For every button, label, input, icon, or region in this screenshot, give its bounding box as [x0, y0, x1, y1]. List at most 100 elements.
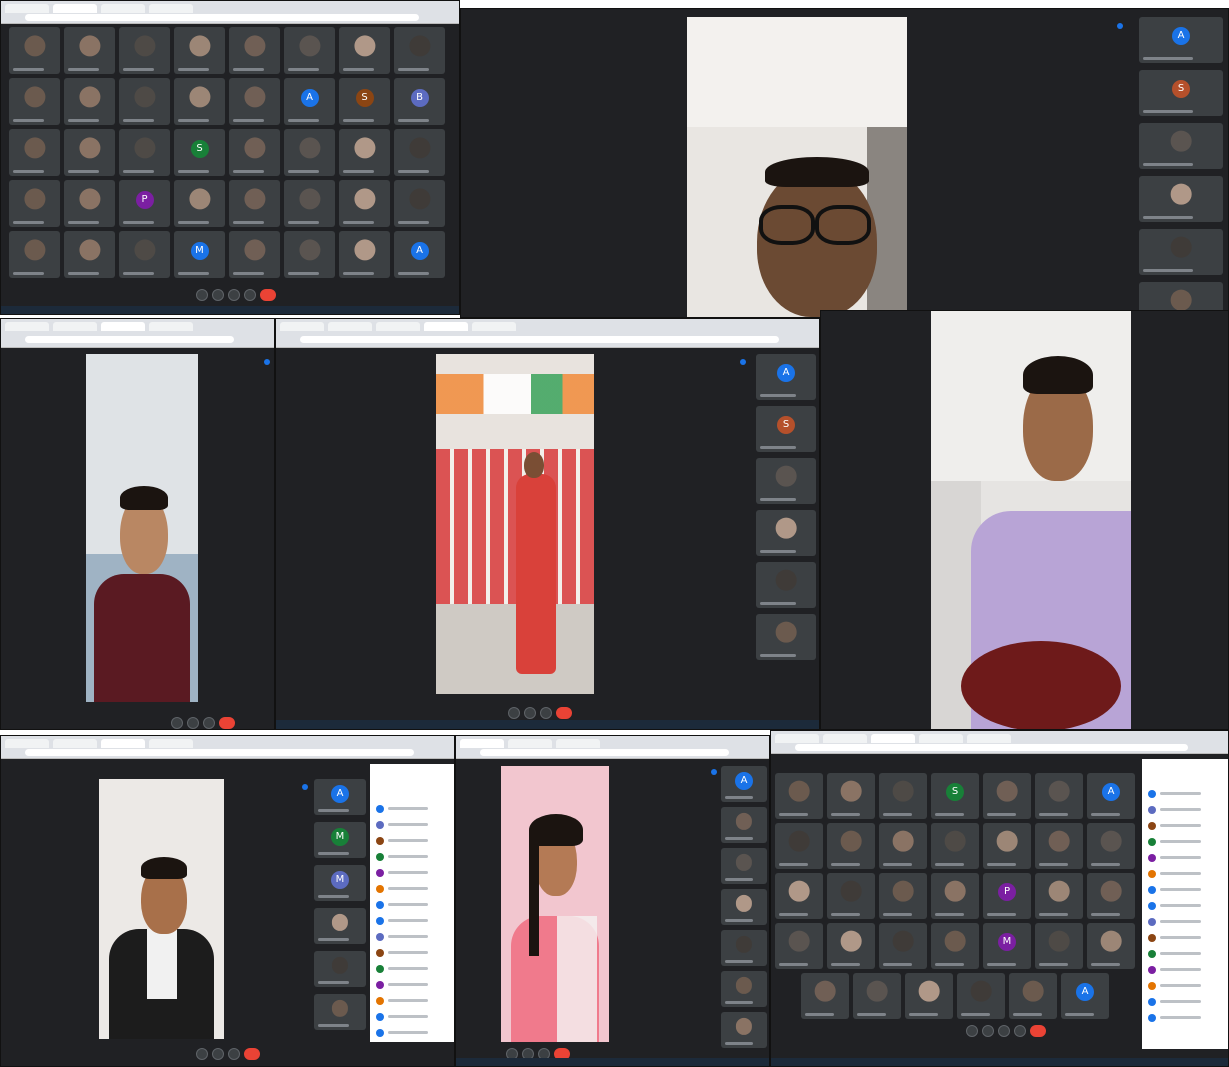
participant-list-row[interactable] [376, 868, 448, 878]
participant-tile[interactable] [983, 823, 1031, 869]
address-bar[interactable] [480, 749, 729, 756]
participant-list-row[interactable] [376, 980, 448, 990]
participant-list-row[interactable] [376, 964, 448, 974]
browser-tab[interactable] [53, 322, 97, 331]
browser-tab[interactable] [5, 322, 49, 331]
participant-tile[interactable] [229, 231, 280, 278]
browser-tab-active[interactable] [101, 322, 145, 331]
participant-tile[interactable]: M [983, 923, 1031, 969]
browser-tab[interactable] [280, 322, 324, 331]
participant-tile[interactable] [931, 923, 979, 969]
pin-icon[interactable] [711, 769, 717, 775]
browser-tab[interactable] [5, 4, 49, 13]
participant-tile[interactable] [174, 27, 225, 74]
pin-icon[interactable] [264, 359, 270, 365]
browser-tab[interactable] [967, 734, 1011, 743]
participant-list-row[interactable] [1148, 869, 1222, 879]
participant-tile[interactable] [827, 873, 875, 919]
participant-tile[interactable]: S [931, 773, 979, 819]
participant-tile[interactable] [756, 458, 816, 504]
participant-tile[interactable] [879, 923, 927, 969]
address-bar[interactable] [25, 336, 234, 343]
participant-tile[interactable]: A [314, 779, 366, 815]
end-call-button[interactable] [260, 289, 276, 301]
participant-tile[interactable]: M [174, 231, 225, 278]
end-call-button[interactable] [556, 707, 572, 719]
participant-tile[interactable] [756, 562, 816, 608]
participant-tile[interactable] [1087, 873, 1135, 919]
participant-tile[interactable] [1035, 923, 1083, 969]
participant-tile[interactable] [119, 129, 170, 176]
participant-tile[interactable] [394, 27, 445, 74]
participant-tile[interactable] [9, 180, 60, 227]
address-bar[interactable] [795, 744, 1188, 751]
pin-icon[interactable] [740, 359, 746, 365]
participant-tile[interactable] [931, 873, 979, 919]
participant-tile[interactable] [1087, 823, 1135, 869]
browser-tab[interactable] [149, 322, 193, 331]
participant-tile[interactable] [931, 823, 979, 869]
participant-list-row[interactable] [376, 996, 448, 1006]
participant-tile[interactable] [64, 27, 115, 74]
participant-tile[interactable]: A [394, 231, 445, 278]
participant-tile[interactable] [827, 923, 875, 969]
address-bar[interactable] [25, 749, 414, 756]
address-bar[interactable] [25, 14, 419, 21]
participant-list-row[interactable] [376, 948, 448, 958]
participant-tile[interactable] [879, 823, 927, 869]
participant-list-row[interactable] [1148, 949, 1222, 959]
participant-list-row[interactable] [376, 836, 448, 846]
captions-button[interactable] [228, 1048, 240, 1060]
camera-button[interactable] [187, 717, 199, 729]
participant-tile[interactable] [174, 180, 225, 227]
browser-tab[interactable] [775, 734, 819, 743]
browser-tab-active[interactable] [871, 734, 915, 743]
captions-button[interactable] [228, 289, 240, 301]
participant-list-row[interactable] [1148, 901, 1222, 911]
participant-list-row[interactable] [376, 804, 448, 814]
participant-tile[interactable]: S [1139, 70, 1223, 116]
participant-tile[interactable]: M [314, 865, 366, 901]
participant-tile[interactable] [721, 848, 767, 884]
camera-button[interactable] [982, 1025, 994, 1037]
participant-list-row[interactable] [376, 820, 448, 830]
participant-tile[interactable] [721, 1012, 767, 1048]
participant-tile[interactable] [721, 807, 767, 843]
browser-tab[interactable] [149, 739, 193, 748]
camera-button[interactable] [212, 1048, 224, 1060]
participant-tile[interactable]: S [174, 129, 225, 176]
participant-tile[interactable]: S [756, 406, 816, 452]
participant-tile[interactable] [64, 180, 115, 227]
camera-button[interactable] [212, 289, 224, 301]
participant-tile[interactable] [119, 78, 170, 125]
participant-tile[interactable] [229, 129, 280, 176]
participant-tile[interactable] [284, 180, 335, 227]
participant-tile[interactable] [721, 971, 767, 1007]
participant-tile[interactable]: A [1061, 973, 1109, 1019]
participant-tile[interactable] [229, 27, 280, 74]
participant-tile[interactable] [394, 129, 445, 176]
participant-tile[interactable] [174, 78, 225, 125]
browser-tab[interactable] [101, 4, 145, 13]
participant-tile[interactable] [9, 27, 60, 74]
participant-tile[interactable] [64, 129, 115, 176]
participant-tile[interactable] [339, 231, 390, 278]
participant-list-row[interactable] [1148, 917, 1222, 927]
participant-list-row[interactable] [1148, 997, 1222, 1007]
participant-tile[interactable] [1035, 773, 1083, 819]
participant-list-row[interactable] [376, 884, 448, 894]
participant-tile[interactable]: A [284, 78, 335, 125]
end-call-button[interactable] [244, 1048, 260, 1060]
captions-button[interactable] [540, 707, 552, 719]
participant-tile[interactable] [905, 973, 953, 1019]
browser-tab[interactable] [376, 322, 420, 331]
browser-tab[interactable] [919, 734, 963, 743]
participant-tile[interactable] [1035, 873, 1083, 919]
present-button[interactable] [244, 289, 256, 301]
participant-tile[interactable] [64, 78, 115, 125]
participant-tile[interactable] [284, 129, 335, 176]
browser-tab[interactable] [823, 734, 867, 743]
captions-button[interactable] [998, 1025, 1010, 1037]
participant-tile[interactable] [64, 231, 115, 278]
participant-list-row[interactable] [376, 932, 448, 942]
